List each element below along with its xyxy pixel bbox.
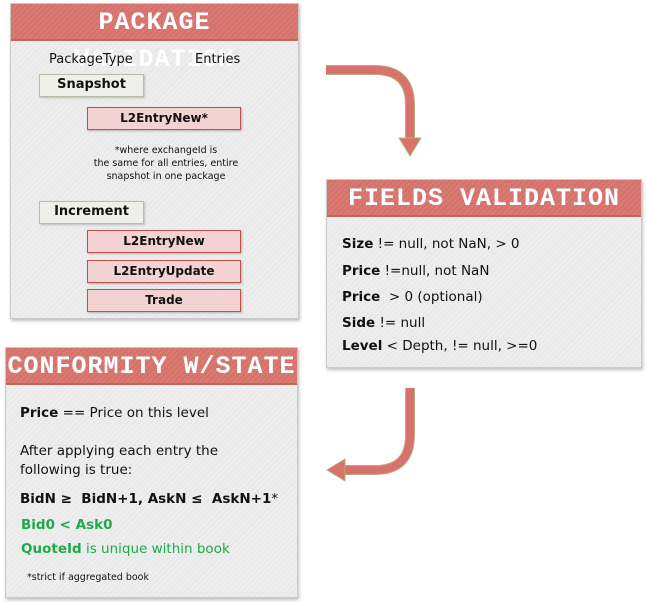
arrow-left-icon (326, 388, 415, 482)
flow-arrows (326, 65, 422, 482)
arrow-down-icon (326, 65, 422, 157)
